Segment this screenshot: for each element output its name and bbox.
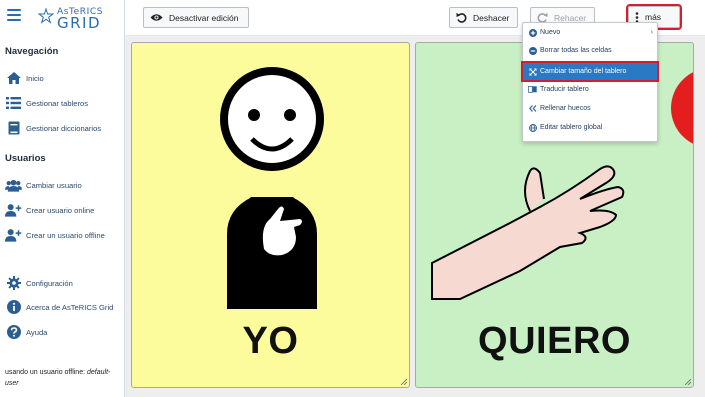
menu-item-borrar-celdas[interactable]: Borrar todas las celdas <box>523 42 657 59</box>
menu-item-nuevo[interactable]: Nuevo › <box>523 24 657 41</box>
resize-grip-icon[interactable] <box>401 379 407 385</box>
menu-item-label: Rellenar huecos <box>540 105 591 112</box>
info-icon <box>5 300 22 314</box>
offline-user-prefix: usando un usuario offline: <box>5 369 87 376</box>
sidebar-item-label: Ayuda <box>26 327 48 337</box>
cell-label: QUIERO <box>478 320 631 362</box>
logo-text-big: GRID <box>57 14 102 32</box>
sidebar-item-label: Crear usuario online <box>26 205 95 215</box>
sidebar-item-ayuda[interactable]: Ayuda <box>5 323 47 341</box>
double-chevron-left-icon <box>528 104 537 113</box>
list-icon <box>5 96 22 110</box>
offline-user-status: usando un usuario offline: default-user <box>5 367 120 389</box>
grid-cell-yo[interactable]: YO <box>131 42 410 388</box>
sidebar-item-configuracion[interactable]: Configuración <box>5 274 73 292</box>
toggle-edit-label: Desactivar edición <box>169 12 239 23</box>
sidebar-item-label: Crear un usuario offline <box>26 230 105 240</box>
minus-circle-icon <box>528 46 537 55</box>
undo-label: Deshacer <box>473 12 510 23</box>
sidebar-item-gestionar-tableros[interactable]: Gestionar tableros <box>5 94 88 112</box>
home-icon <box>5 71 22 85</box>
users-icon <box>5 178 22 192</box>
asterics-grid-logo[interactable]: AsTeRICS GRID <box>38 5 108 31</box>
book-icon <box>5 121 22 135</box>
user-plus-icon <box>5 228 22 242</box>
cell-label: YO <box>242 320 299 362</box>
sidebar-item-label: Gestionar tableros <box>26 98 89 108</box>
resize-arrows-icon <box>528 67 537 76</box>
menu-item-label: Editar tablero global <box>540 124 603 131</box>
menu-item-label: Cambiar tamaño del tablero <box>540 68 627 75</box>
undo-button[interactable]: Deshacer <box>449 7 518 28</box>
hamburger-menu-icon[interactable] <box>7 9 21 21</box>
more-dropdown-menu: Nuevo › Borrar todas las celdas Cambiar … <box>521 22 659 142</box>
eye-icon <box>150 13 163 22</box>
translate-icon <box>528 85 537 94</box>
menu-item-editar-tablero-global[interactable]: Editar tablero global <box>523 119 657 136</box>
pictogram-yo-image <box>220 67 324 309</box>
nav-section-title: Navegación <box>5 46 59 57</box>
menu-item-label: Traducir tablero <box>540 86 589 93</box>
sidebar: AsTeRICS GRID Navegación Inicio Gestiona… <box>0 0 125 397</box>
users-section-title: Usuarios <box>5 153 46 164</box>
vertical-ellipsis-icon <box>635 11 639 23</box>
submenu-caret-icon: › <box>650 29 653 36</box>
toggle-edit-button[interactable]: Desactivar edición <box>143 7 249 28</box>
user-plus-icon <box>5 203 22 217</box>
help-icon <box>5 325 22 339</box>
undo-icon <box>456 12 467 23</box>
sidebar-item-inicio[interactable]: Inicio <box>5 69 44 87</box>
sidebar-item-label: Configuración <box>26 278 73 288</box>
more-label: más <box>645 12 662 22</box>
pictogram-quiero-image <box>431 165 625 300</box>
redo-label: Rehacer <box>554 12 587 23</box>
menu-item-label: Borrar todas las celdas <box>540 47 612 54</box>
sidebar-item-label: Acerca de AsTeRICS Grid <box>26 302 114 312</box>
sidebar-item-crear-usuario-online[interactable]: Crear usuario online <box>5 201 94 219</box>
sidebar-item-label: Cambiar usuario <box>26 180 82 190</box>
plus-circle-icon <box>528 28 537 37</box>
red-circle-symbol <box>671 72 693 144</box>
sidebar-item-cambiar-usuario[interactable]: Cambiar usuario <box>5 176 82 194</box>
sidebar-item-crear-usuario-offline[interactable]: Crear un usuario offline <box>5 226 105 244</box>
logo-star-icon <box>38 8 54 24</box>
sidebar-item-label: Gestionar diccionarios <box>26 123 102 133</box>
globe-icon <box>528 123 537 132</box>
sidebar-item-gestionar-diccionarios[interactable]: Gestionar diccionarios <box>5 119 101 137</box>
gear-icon <box>5 276 22 290</box>
app-root: AsTeRICS GRID Navegación Inicio Gestiona… <box>0 0 705 397</box>
sidebar-item-label: Inicio <box>26 73 44 83</box>
resize-grip-icon[interactable] <box>685 379 691 385</box>
menu-item-traducir-tablero[interactable]: Traducir tablero <box>523 81 657 98</box>
sidebar-item-acerca-de[interactable]: Acerca de AsTeRICS Grid <box>5 298 113 316</box>
menu-item-label: Nuevo <box>540 29 561 36</box>
menu-item-cambiar-tamano[interactable]: Cambiar tamaño del tablero <box>521 61 659 82</box>
menu-item-rellenar-huecos[interactable]: Rellenar huecos <box>523 100 657 117</box>
